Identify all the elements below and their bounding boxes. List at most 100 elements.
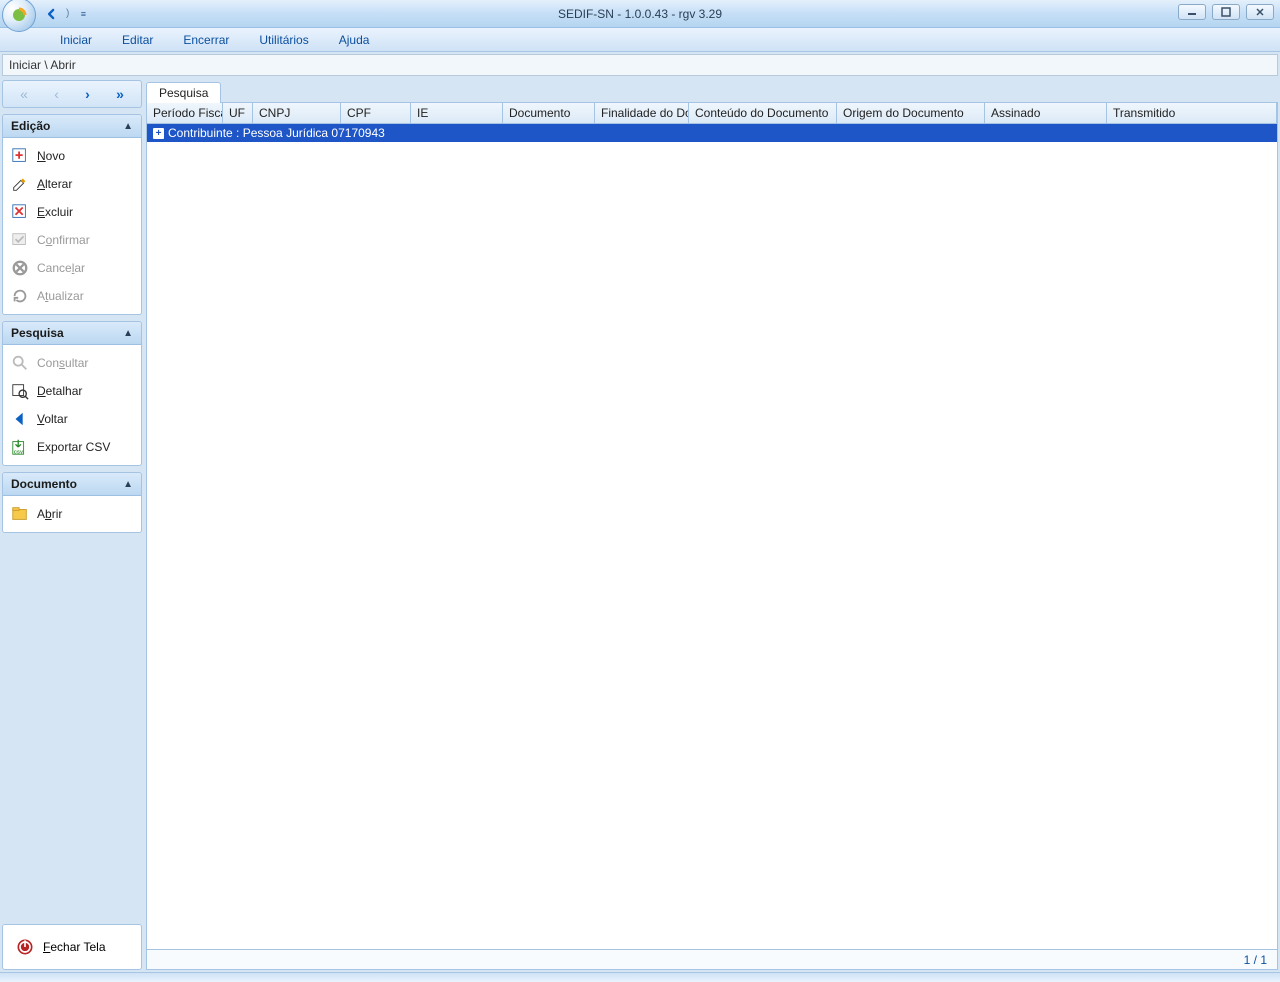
- new-icon: [11, 147, 29, 165]
- fechar-tela-button[interactable]: Fechar Tela: [9, 931, 135, 963]
- nav-next[interactable]: ›: [85, 86, 90, 102]
- content-area: « ‹ › » Edição ▲ Novo Alterar: [2, 80, 1278, 970]
- section-documento-title: Documento: [11, 477, 77, 491]
- menu-bar: Iniciar Editar Encerrar Utilitários Ajud…: [0, 28, 1280, 52]
- menu-utilitarios[interactable]: Utilitários: [255, 31, 312, 49]
- col-conteudo[interactable]: Conteúdo do Documento: [689, 103, 837, 123]
- window-footer: [0, 972, 1280, 982]
- sidebar-item-alterar[interactable]: Alterar: [5, 170, 139, 198]
- grid-group-row[interactable]: + Contribuinte : Pessoa Jurídica 0717094…: [147, 124, 1277, 142]
- collapse-icon: ▲: [123, 328, 133, 339]
- col-transmitido[interactable]: Transmitido: [1107, 103, 1277, 123]
- svg-text:CSV: CSV: [14, 449, 23, 454]
- tab-pesquisa[interactable]: Pesquisa: [146, 82, 221, 103]
- section-edicao-header[interactable]: Edição ▲: [3, 115, 141, 138]
- col-cnpj[interactable]: CNPJ: [253, 103, 341, 123]
- back-icon: [11, 410, 29, 428]
- sidebar-item-atualizar[interactable]: Atualizar: [5, 282, 139, 310]
- maximize-icon: [1221, 7, 1231, 17]
- sidebar-item-label: Consultar: [37, 356, 88, 370]
- nav-prev[interactable]: ‹: [54, 86, 59, 102]
- sidebar-item-cancelar[interactable]: Cancelar: [5, 254, 139, 282]
- section-documento: Documento ▲ Abrir: [2, 472, 142, 533]
- edit-icon: [11, 175, 29, 193]
- refresh-icon: [11, 287, 29, 305]
- power-icon: [15, 937, 35, 957]
- sidebar-item-excluir[interactable]: Excluir: [5, 198, 139, 226]
- back-arrow-icon: [45, 7, 59, 21]
- left-panel: « ‹ › » Edição ▲ Novo Alterar: [2, 80, 142, 970]
- nav-arrows: « ‹ › »: [2, 80, 142, 108]
- main-area: Pesquisa Período Fiscal UF CNPJ CPF IE D…: [146, 80, 1278, 970]
- nav-first[interactable]: «: [20, 86, 28, 102]
- sidebar-item-voltar[interactable]: Voltar: [5, 405, 139, 433]
- grid-body[interactable]: + Contribuinte : Pessoa Jurídica 0717094…: [147, 124, 1277, 949]
- col-assinado[interactable]: Assinado: [985, 103, 1107, 123]
- cancel-icon: [11, 259, 29, 277]
- sidebar-item-label: Detalhar: [37, 384, 82, 398]
- section-edicao-title: Edição: [11, 119, 50, 133]
- delete-icon: [11, 203, 29, 221]
- expand-icon[interactable]: +: [153, 128, 164, 139]
- group-row-text: Contribuinte : Pessoa Jurídica 07170943: [168, 126, 385, 140]
- sidebar-item-consultar[interactable]: Consultar: [5, 349, 139, 377]
- col-periodo-fiscal[interactable]: Período Fiscal: [147, 103, 223, 123]
- qat-back-button[interactable]: [44, 6, 60, 22]
- breadcrumb: Iniciar \ Abrir: [2, 54, 1278, 76]
- col-documento[interactable]: Documento: [503, 103, 595, 123]
- sidebar-item-label: Confirmar: [37, 233, 90, 247]
- confirm-icon: [11, 231, 29, 249]
- sidebar-item-confirmar[interactable]: Confirmar: [5, 226, 139, 254]
- menu-encerrar[interactable]: Encerrar: [179, 31, 233, 49]
- col-ie[interactable]: IE: [411, 103, 503, 123]
- sidebar-item-label: Exportar CSV: [37, 440, 110, 454]
- maximize-button[interactable]: [1212, 4, 1240, 20]
- detail-icon: [11, 382, 29, 400]
- qat-separator: ): [64, 8, 71, 19]
- data-grid: Período Fiscal UF CNPJ CPF IE Documento …: [146, 102, 1278, 970]
- section-documento-header[interactable]: Documento ▲: [3, 473, 141, 496]
- sidebar-item-novo[interactable]: Novo: [5, 142, 139, 170]
- window-controls: [1178, 4, 1274, 20]
- section-pesquisa: Pesquisa ▲ Consultar Detalhar Voltar CSV: [2, 321, 142, 466]
- col-uf[interactable]: UF: [223, 103, 253, 123]
- minimize-button[interactable]: [1178, 4, 1206, 20]
- window-title: SEDIF-SN - 1.0.0.43 - rgv 3.29: [0, 7, 1280, 21]
- search-icon: [11, 354, 29, 372]
- col-finalidade[interactable]: Finalidade do Docum: [595, 103, 689, 123]
- sidebar-item-label: Alterar: [37, 177, 72, 191]
- sidebar-item-label: Novo: [37, 149, 65, 163]
- record-position: 1 / 1: [1244, 953, 1267, 967]
- title-bar: ) ≡ SEDIF-SN - 1.0.0.43 - rgv 3.29: [0, 0, 1280, 28]
- sidebar-item-exportar[interactable]: CSV Exportar CSV: [5, 433, 139, 461]
- sidebar-item-label: Abrir: [37, 507, 62, 521]
- collapse-icon: ▲: [123, 479, 133, 490]
- col-cpf[interactable]: CPF: [341, 103, 411, 123]
- app-orb-button[interactable]: [2, 0, 36, 32]
- export-csv-icon: CSV: [11, 438, 29, 456]
- section-pesquisa-title: Pesquisa: [11, 326, 64, 340]
- section-fechar: Fechar Tela: [2, 924, 142, 970]
- sidebar-item-label: Atualizar: [37, 289, 84, 303]
- sidebar-item-abrir[interactable]: Abrir: [5, 500, 139, 528]
- menu-iniciar[interactable]: Iniciar: [56, 31, 96, 49]
- grid-statusbar: 1 / 1: [147, 949, 1277, 969]
- sidebar-item-detalhar[interactable]: Detalhar: [5, 377, 139, 405]
- nav-last[interactable]: »: [116, 86, 124, 102]
- menu-editar[interactable]: Editar: [118, 31, 157, 49]
- quick-access-toolbar: ) ≡: [44, 6, 91, 22]
- qat-dropdown[interactable]: ≡: [75, 6, 91, 22]
- sidebar-item-label: Excluir: [37, 205, 73, 219]
- menu-ajuda[interactable]: Ajuda: [335, 31, 374, 49]
- sidebar-item-label: Cancelar: [37, 261, 85, 275]
- collapse-icon: ▲: [123, 121, 133, 132]
- breadcrumb-text: Iniciar \ Abrir: [9, 58, 76, 72]
- col-origem[interactable]: Origem do Documento: [837, 103, 985, 123]
- section-pesquisa-header[interactable]: Pesquisa ▲: [3, 322, 141, 345]
- close-button[interactable]: [1246, 4, 1274, 20]
- minimize-icon: [1187, 8, 1197, 16]
- grid-header: Período Fiscal UF CNPJ CPF IE Documento …: [147, 103, 1277, 124]
- sidebar-item-label: Voltar: [37, 412, 68, 426]
- fechar-label: Fechar Tela: [43, 940, 106, 954]
- orb-icon: [10, 6, 28, 24]
